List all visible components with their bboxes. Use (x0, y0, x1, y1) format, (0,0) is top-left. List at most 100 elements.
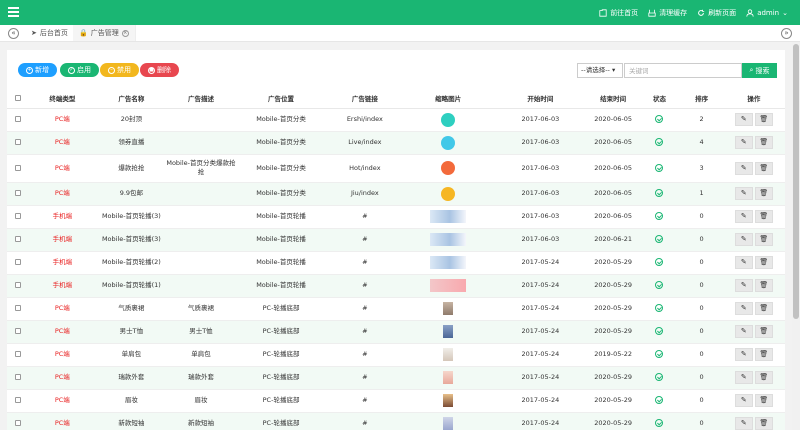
delete-button[interactable]: ■ 删除 (140, 63, 179, 77)
row-checkbox-cell[interactable] (7, 182, 29, 206)
user-menu[interactable]: admin ⌄ (746, 9, 788, 17)
row-checkbox[interactable] (14, 164, 21, 171)
search-button[interactable]: ⌕ 搜索 (742, 63, 777, 78)
row-checkbox[interactable] (14, 116, 21, 122)
row-checkbox[interactable] (14, 328, 21, 334)
status-check-icon[interactable] (655, 163, 664, 172)
search-input[interactable] (624, 63, 742, 78)
status-check-icon[interactable] (655, 212, 664, 220)
row-checkbox-cell[interactable] (7, 154, 29, 183)
edit-button[interactable]: ✎ (734, 279, 753, 292)
edit-button[interactable]: ✎ (734, 302, 753, 315)
row-checkbox[interactable] (14, 374, 21, 380)
delete-row-button[interactable]: 🗑 (754, 279, 773, 292)
status-check-icon[interactable] (655, 138, 664, 146)
row-checkbox-cell[interactable] (7, 366, 29, 390)
sort-order: 0 (680, 389, 723, 413)
tab-scroll-right-icon[interactable]: » (781, 28, 792, 39)
home-link[interactable]: 前往首页 (599, 8, 638, 18)
edit-button[interactable]: ✎ (734, 256, 753, 269)
edit-button[interactable]: ✎ (734, 348, 753, 361)
delete-row-button[interactable]: 🗑 (754, 233, 773, 246)
category-select[interactable]: --请选择-- ▾ (577, 63, 623, 78)
status-check-icon[interactable] (655, 304, 664, 312)
close-icon[interactable]: × (121, 29, 129, 37)
delete-row-button[interactable]: 🗑 (754, 256, 773, 269)
edit-button[interactable]: ✎ (734, 161, 753, 175)
row-checkbox-cell[interactable] (7, 274, 29, 298)
row-checkbox-cell[interactable] (7, 131, 29, 155)
delete-row-button[interactable]: 🗑 (754, 348, 773, 361)
enable-button[interactable]: ✓ 启用 (60, 63, 99, 77)
disable-button[interactable]: – 禁用 (100, 63, 139, 77)
row-checkbox[interactable] (14, 259, 21, 265)
end-time: 2020-06-05 (587, 182, 639, 206)
status-check-icon[interactable] (655, 235, 664, 243)
row-checkbox[interactable] (14, 213, 21, 219)
row-checkbox[interactable] (14, 420, 21, 426)
row-checkbox[interactable] (14, 305, 21, 311)
status-check-icon[interactable] (655, 115, 664, 123)
pencil-icon: ✎ (740, 235, 747, 243)
page-scrollbar[interactable] (792, 42, 800, 430)
delete-row-button[interactable]: 🗑 (754, 136, 773, 149)
edit-button[interactable]: ✎ (734, 394, 753, 407)
sort-order: 0 (680, 297, 723, 321)
delete-row-button[interactable]: 🗑 (754, 210, 773, 223)
edit-button[interactable]: ✎ (734, 417, 753, 430)
status-check-icon[interactable] (655, 419, 664, 427)
edit-button[interactable]: ✎ (734, 187, 753, 200)
add-button[interactable]: + 新增 (18, 63, 57, 77)
delete-row-button[interactable]: 🗑 (754, 325, 773, 338)
edit-button[interactable]: ✎ (734, 325, 753, 338)
edit-button[interactable]: ✎ (734, 136, 753, 149)
status-check-icon[interactable] (655, 396, 664, 404)
row-checkbox-cell[interactable] (7, 251, 29, 275)
edit-button[interactable]: ✎ (734, 371, 753, 384)
row-checkbox-cell[interactable] (7, 108, 29, 132)
status-check-icon[interactable] (655, 281, 664, 289)
edit-button[interactable]: ✎ (734, 113, 753, 126)
tab-scroll-left-icon[interactable]: « (8, 28, 19, 39)
row-checkbox-cell[interactable] (7, 343, 29, 367)
status-check-icon[interactable] (655, 373, 664, 381)
status-check-icon[interactable] (655, 189, 664, 197)
refresh-link[interactable]: 刷新页面 (697, 8, 736, 18)
tab-ad-management[interactable]: 🔒 广告管理 × (73, 25, 136, 41)
delete-row-button[interactable]: 🗑 (754, 113, 773, 126)
status-check-icon[interactable] (655, 327, 664, 335)
scrollbar-thumb[interactable] (793, 44, 799, 319)
row-checkbox[interactable] (14, 236, 21, 242)
select-all-header[interactable] (7, 88, 29, 109)
status-cell (638, 274, 681, 298)
row-checkbox-cell[interactable] (7, 205, 29, 229)
delete-row-button[interactable]: 🗑 (754, 394, 773, 407)
row-checkbox[interactable] (14, 190, 21, 196)
delete-row-button[interactable]: 🗑 (754, 302, 773, 315)
select-all-checkbox[interactable] (14, 94, 21, 101)
row-checkbox-cell[interactable] (7, 320, 29, 344)
row-checkbox-cell[interactable] (7, 228, 29, 252)
row-checkbox[interactable] (14, 282, 21, 288)
column-header: 操作 (722, 88, 785, 109)
ad-name: 20封顶 (96, 108, 167, 132)
delete-row-button[interactable]: 🗑 (754, 187, 773, 200)
edit-button[interactable]: ✎ (734, 233, 753, 246)
row-checkbox-cell[interactable] (7, 297, 29, 321)
edit-button[interactable]: ✎ (734, 210, 753, 223)
row-checkbox-cell[interactable] (7, 412, 29, 430)
row-checkbox[interactable] (14, 351, 21, 357)
clear-cache-link[interactable]: 清理缓存 (648, 8, 687, 18)
delete-row-button[interactable]: 🗑 (754, 371, 773, 384)
broom-icon (648, 9, 656, 17)
status-check-icon[interactable] (655, 350, 664, 358)
delete-row-button[interactable]: 🗑 (754, 417, 773, 430)
row-checkbox-cell[interactable] (7, 389, 29, 413)
delete-row-button[interactable]: 🗑 (754, 161, 773, 175)
trash-icon: ■ (148, 66, 155, 74)
menu-icon[interactable] (8, 7, 19, 17)
tab-home[interactable]: ➤ 后台首页 (25, 25, 75, 41)
status-check-icon[interactable] (655, 258, 664, 266)
row-checkbox[interactable] (14, 139, 21, 145)
row-checkbox[interactable] (14, 397, 21, 403)
